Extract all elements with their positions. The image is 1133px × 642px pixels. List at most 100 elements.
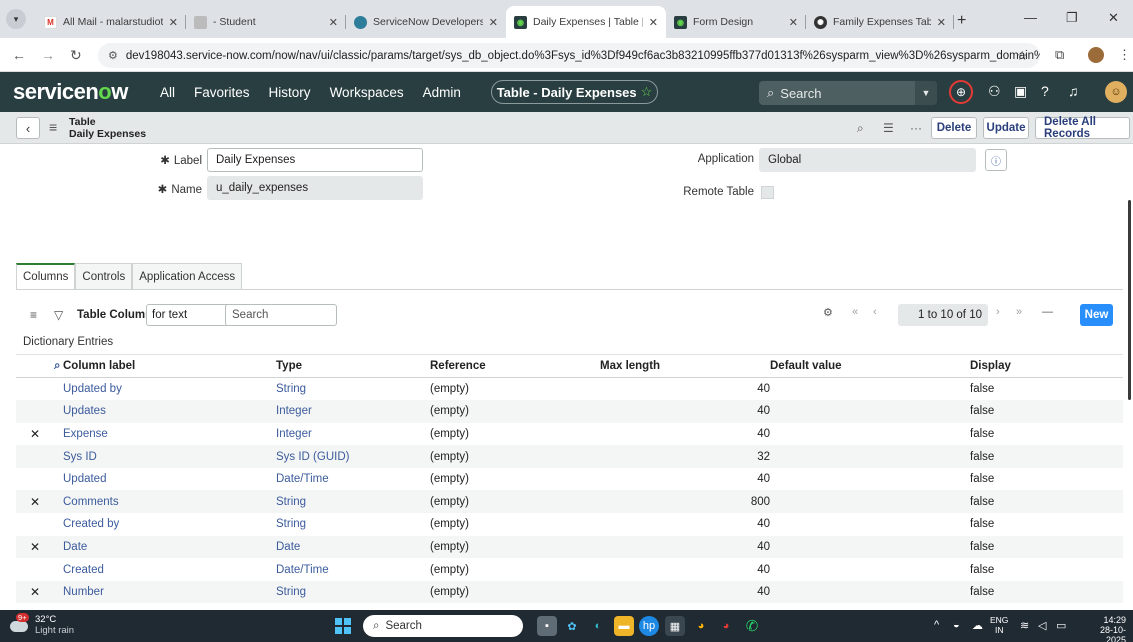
table-row[interactable]: ✕ Comments String (empty) 800 false xyxy=(16,490,1123,514)
update-button[interactable]: Update xyxy=(983,117,1029,139)
minimize-icon[interactable]: — xyxy=(1024,10,1037,25)
search-scope-dropdown[interactable]: ▼ xyxy=(915,81,937,105)
nav-workspaces[interactable]: Workspaces xyxy=(330,85,404,100)
weather-widget[interactable]: 9+ 32°C Light rain xyxy=(8,613,74,636)
filter-icon[interactable]: ▽ xyxy=(54,308,63,322)
chat-icon[interactable]: ⚇ xyxy=(988,83,1001,100)
wifi-icon[interactable]: ≋ xyxy=(1020,619,1029,632)
cell-column-label[interactable]: Date xyxy=(63,535,276,559)
remote-table-checkbox[interactable] xyxy=(761,186,774,199)
delete-button[interactable]: Delete xyxy=(931,117,977,139)
table-row[interactable]: Created by String (empty) 40 false xyxy=(16,513,1123,536)
last-page-icon[interactable]: » xyxy=(1016,306,1022,318)
column-header[interactable]: Type xyxy=(276,354,430,378)
tab-columns[interactable]: Columns xyxy=(16,263,76,289)
list-menu-icon[interactable]: ≡ xyxy=(30,308,37,322)
table-row[interactable]: ✕ Number String (empty) 40 false xyxy=(16,580,1123,604)
back-arrow-icon[interactable]: ← xyxy=(12,47,26,63)
chrome-profile-icon[interactable]: ◕ xyxy=(716,616,736,636)
browser-tab[interactable]: M All Mail - malarstudiotcr@ ✕ xyxy=(36,6,186,38)
cell-type[interactable]: String xyxy=(276,580,430,604)
new-button[interactable]: New xyxy=(1080,304,1113,326)
info-icon[interactable]: ⓘ xyxy=(985,149,1007,171)
cell-column-label[interactable]: Updated by xyxy=(63,378,276,401)
settings-sliders-icon[interactable]: ☰ xyxy=(883,121,894,135)
cell-type[interactable]: String xyxy=(276,513,430,536)
first-page-icon[interactable]: « xyxy=(852,306,858,318)
cell-type[interactable]: Date xyxy=(276,535,430,559)
column-header[interactable]: Display xyxy=(970,354,1123,378)
table-row[interactable]: ✕ Date Date (empty) 40 false xyxy=(16,535,1123,559)
cell-type[interactable]: Date/Time xyxy=(276,558,430,581)
form-back-button[interactable]: ‹ xyxy=(16,117,40,139)
browser-tab[interactable]: - Student ✕ xyxy=(186,6,346,38)
cell-type[interactable]: String xyxy=(276,378,430,401)
window-close-icon[interactable]: ✕ xyxy=(1108,10,1119,26)
collapse-icon[interactable]: — xyxy=(1042,306,1053,318)
extensions-icon[interactable]: ⧉ xyxy=(1055,47,1064,63)
onedrive-icon[interactable]: ☁ xyxy=(972,619,983,632)
column-header[interactable]: Max length xyxy=(600,354,770,378)
bookmark-star-icon[interactable]: ☆ xyxy=(1016,48,1028,64)
delete-x-icon[interactable]: ✕ xyxy=(16,535,63,559)
restore-icon[interactable]: ❐ xyxy=(1066,10,1078,26)
page-scrollbar[interactable] xyxy=(1128,200,1131,400)
cell-column-label[interactable]: Updated xyxy=(63,468,276,491)
table-row[interactable]: ✕ Expense Integer (empty) 40 false xyxy=(16,423,1123,446)
table-row[interactable]: Sys ID Sys ID (GUID) (empty) 32 false xyxy=(16,445,1123,468)
globe-icon[interactable]: ⊕ xyxy=(949,80,973,104)
battery-icon[interactable]: ▭ xyxy=(1056,619,1066,632)
language-indicator[interactable]: ENG IN xyxy=(990,615,1008,635)
servicenow-logo[interactable]: servicenow xyxy=(13,79,128,105)
cell-column-label[interactable]: Expense xyxy=(63,423,276,446)
next-page-icon[interactable]: › xyxy=(996,306,1000,318)
file-explorer-icon[interactable]: ▬ xyxy=(614,616,634,636)
forward-arrow-icon[interactable]: → xyxy=(41,47,55,63)
cell-type[interactable]: Date/Time xyxy=(276,468,430,491)
close-icon[interactable]: ✕ xyxy=(329,16,338,29)
close-icon[interactable]: ✕ xyxy=(169,16,178,29)
delete-all-records-button[interactable]: Delete All Records xyxy=(1035,116,1130,140)
new-tab-icon[interactable]: + xyxy=(957,12,966,30)
windows-start-icon[interactable] xyxy=(335,618,351,634)
browser-tab-active[interactable]: ◉ Daily Expenses | Table | Ser ✕ xyxy=(506,6,666,38)
label-field[interactable]: Daily Expenses xyxy=(207,148,423,172)
cell-column-label[interactable]: Updates xyxy=(63,400,276,423)
task-view-icon[interactable]: ▪ xyxy=(537,616,557,636)
more-actions-icon[interactable]: ··· xyxy=(910,121,922,135)
column-header[interactable]: Reference xyxy=(430,354,600,378)
nav-all[interactable]: All xyxy=(160,85,175,100)
edge-icon[interactable]: ◐ xyxy=(588,616,608,636)
url-bar[interactable]: ⚙ dev198043.service-now.com/now/nav/ui/c… xyxy=(98,43,1040,68)
cell-column-label[interactable]: Sys ID xyxy=(63,445,276,468)
cell-type[interactable]: String xyxy=(276,490,430,514)
copilot-icon[interactable]: ◒ xyxy=(953,619,960,631)
notifications-bell-icon[interactable]: ♫ xyxy=(1068,83,1079,99)
table-row[interactable]: Updates Integer (empty) 40 false xyxy=(16,400,1123,423)
prev-page-icon[interactable]: ‹ xyxy=(873,306,877,318)
scratchpad-icon[interactable]: ▣ xyxy=(1014,83,1027,100)
table-row[interactable]: Updated Date/Time (empty) 40 false xyxy=(16,468,1123,491)
store-icon[interactable]: ▦ xyxy=(665,616,685,636)
column-header[interactable]: Column label xyxy=(63,354,276,378)
hp-icon[interactable]: hp xyxy=(639,616,659,636)
whatsapp-icon[interactable]: ✆ xyxy=(742,616,762,636)
tab-search-icon[interactable]: ▾ xyxy=(6,9,26,29)
form-menu-icon[interactable]: ≡ xyxy=(49,119,57,135)
table-row[interactable]: Updated by String (empty) 40 false xyxy=(16,378,1123,401)
delete-x-icon[interactable]: ✕ xyxy=(16,490,63,514)
profile-avatar-icon[interactable] xyxy=(1088,47,1104,63)
tray-overflow-icon[interactable]: ^ xyxy=(934,619,939,631)
cell-column-label[interactable]: Number xyxy=(63,580,276,604)
cell-column-label[interactable]: Comments xyxy=(63,490,276,514)
pagination-range[interactable]: 1 to 10 of 10 xyxy=(898,304,988,326)
site-settings-icon[interactable]: ⚙ xyxy=(108,49,118,62)
tab-controls[interactable]: Controls xyxy=(75,263,133,289)
browser-tab[interactable]: ServiceNow Developers ✕ xyxy=(346,6,506,38)
nav-favorites[interactable]: Favorites xyxy=(194,85,250,100)
user-avatar[interactable]: ☺ xyxy=(1105,81,1127,103)
taskbar-search[interactable]: ⌕ Search xyxy=(363,615,523,637)
browser-tab[interactable]: ◉ Form Design ✕ xyxy=(666,6,806,38)
browser-tab[interactable]: ✺ Family Expenses Table Cre ✕ xyxy=(806,6,954,38)
close-icon[interactable]: ✕ xyxy=(489,16,498,29)
